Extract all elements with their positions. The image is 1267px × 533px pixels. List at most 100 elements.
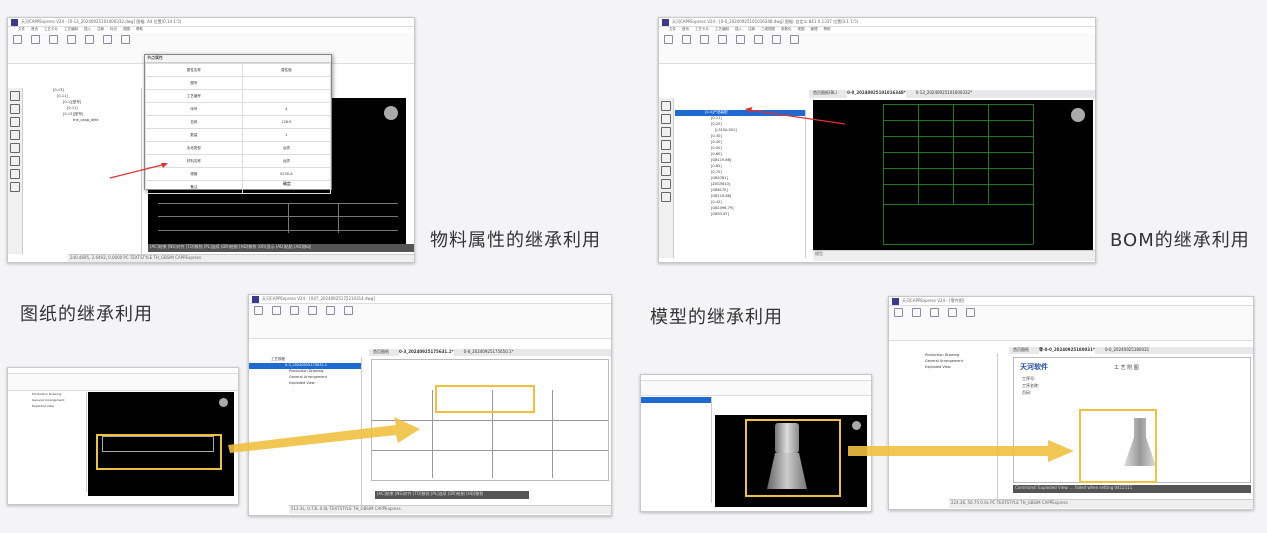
ribbon-button[interactable] xyxy=(663,35,673,45)
app-logo-icon xyxy=(662,18,669,26)
command-line[interactable]: Command: Exploded View: ... failed when … xyxy=(1013,485,1251,493)
menu-item[interactable]: 管理 xyxy=(811,27,818,33)
ribbon-button[interactable] xyxy=(289,306,299,316)
ribbon-button[interactable] xyxy=(66,35,76,45)
ribbon-button[interactable] xyxy=(753,35,763,45)
window-title: 天河CAPPExpress V24 - [零件图] xyxy=(902,298,965,303)
title-bar: 天河CAPPExpress V24 - [0-13_20240925101000… xyxy=(8,18,414,27)
tool-icon[interactable] xyxy=(661,166,671,176)
title-bar: 天河CAPPExpress V24 - [零件图] xyxy=(889,297,1253,306)
tool-icon[interactable] xyxy=(10,91,20,101)
tool-icon[interactable] xyxy=(661,179,671,189)
tool-icon[interactable] xyxy=(661,127,671,137)
ribbon-button[interactable] xyxy=(343,306,353,316)
drawing-tab[interactable]: 0-8_20240925175650.1* xyxy=(464,349,514,356)
ribbon-button[interactable] xyxy=(102,35,112,45)
menu-item[interactable]: 工艺编制 xyxy=(64,27,78,33)
tool-icon[interactable] xyxy=(661,153,671,163)
tool-icon[interactable] xyxy=(10,117,20,127)
ribbon-button[interactable] xyxy=(30,35,40,45)
ribbon-button[interactable] xyxy=(307,306,317,316)
tool-icon[interactable] xyxy=(10,130,20,140)
menu-item[interactable]: 工艺卡片 xyxy=(44,27,58,33)
menu-item[interactable]: 注释 xyxy=(97,27,104,33)
ribbon-button[interactable] xyxy=(699,35,709,45)
menu-item[interactable]: 首页 xyxy=(682,27,689,33)
model-tree xyxy=(641,397,712,503)
app-logo-icon xyxy=(11,18,18,26)
screenshot-model-source xyxy=(640,374,872,512)
menu-item[interactable]: 文件 xyxy=(669,27,676,33)
ribbon-button[interactable] xyxy=(12,35,22,45)
tool-icon[interactable] xyxy=(10,156,20,166)
ribbon-button[interactable] xyxy=(947,308,957,318)
ribbon-button[interactable] xyxy=(735,35,745,45)
model-tab[interactable]: 模型 xyxy=(813,250,1095,261)
ribbon-button[interactable] xyxy=(717,35,727,45)
tool-icon[interactable] xyxy=(10,104,20,114)
menu-item[interactable]: 工艺卡片 xyxy=(695,27,709,33)
menu-item[interactable]: 首页 xyxy=(31,27,38,33)
dialog-ok-button[interactable]: 确定 xyxy=(283,181,291,187)
menu-item[interactable]: 视图 xyxy=(798,27,805,33)
drawing-tab[interactable]: 0-0_20240925180031 xyxy=(1105,347,1149,354)
tool-icon xyxy=(717,35,727,44)
command-line[interactable]: [AC]结束 [NS]对齐 [TO]移到 [PL]连续 (DR)绘制 [HD]移… xyxy=(148,244,414,252)
menu-item[interactable]: 三维视图 xyxy=(761,27,775,33)
yellow-arrow xyxy=(848,440,1074,462)
screenshot-drawing-source: Production Drawing General Arrangement E… xyxy=(7,367,239,505)
ribbon-button[interactable] xyxy=(893,308,903,318)
tool-icon[interactable] xyxy=(10,143,20,153)
menu-item[interactable]: 帮助 xyxy=(824,27,831,33)
tree-item[interactable]: Exploded View xyxy=(249,381,361,387)
tree-item[interactable]: the_capp_defa xyxy=(23,118,141,124)
tree-item[interactable]: Exploded View xyxy=(8,404,86,410)
ribbon-button[interactable] xyxy=(120,35,130,45)
tool-icon xyxy=(307,306,317,315)
tool-icon[interactable] xyxy=(661,192,671,202)
drawing-tab-active[interactable]: 0-0_20240925101016348* xyxy=(847,90,906,98)
tree-item[interactable]: [GB93-87] xyxy=(675,212,805,218)
menu-item[interactable]: 文件 xyxy=(18,27,25,33)
menu-item[interactable]: 标记 xyxy=(110,27,117,33)
ribbon-button[interactable] xyxy=(325,306,335,316)
ribbon-button[interactable] xyxy=(681,35,691,45)
ribbon-button[interactable] xyxy=(789,35,799,45)
menu-item[interactable]: 参数化 xyxy=(781,27,792,33)
tool-icon[interactable] xyxy=(661,114,671,124)
highlight-box xyxy=(745,419,841,497)
drawing-tab[interactable]: 首页图纸 xyxy=(373,349,389,356)
drawing-canvas[interactable] xyxy=(813,100,1093,250)
menu-item[interactable]: 注释 xyxy=(748,27,755,33)
menu-item[interactable]: 插入 xyxy=(84,27,91,33)
tool-icon[interactable] xyxy=(10,169,20,179)
app-logo-icon xyxy=(252,295,259,303)
ribbon-button[interactable] xyxy=(771,35,781,45)
ribbon-button[interactable] xyxy=(84,35,94,45)
menu-item[interactable]: 工艺编制 xyxy=(715,27,729,33)
ribbon-button[interactable] xyxy=(965,308,975,318)
ribbon-button[interactable] xyxy=(48,35,58,45)
ribbon-toolbar xyxy=(889,306,1253,341)
ribbon-button[interactable] xyxy=(253,306,263,316)
tool-icon[interactable] xyxy=(10,182,20,192)
caption-drawing: 图纸的继承利用 xyxy=(20,304,153,325)
drawing-tab[interactable]: 0-13_20240925101000332* xyxy=(916,90,972,98)
menu-item[interactable]: 视图 xyxy=(123,27,130,33)
drawing-tab-active[interactable]: 零-0-0_20240925180031* xyxy=(1039,347,1095,354)
tool-icon[interactable] xyxy=(661,140,671,150)
ribbon-button[interactable] xyxy=(929,308,939,318)
drawing-tab[interactable]: 首页图纸 xyxy=(1013,347,1029,354)
status-bar: 224.36, 56.75 0.0L PC TEXTSTYLE TH_GBSIM… xyxy=(949,499,1253,508)
menu-item[interactable]: 插入 xyxy=(735,27,742,33)
menu-item[interactable]: 帮助 xyxy=(136,27,143,33)
tree-item[interactable] xyxy=(641,403,711,409)
ribbon-button[interactable] xyxy=(271,306,281,316)
tool-icon xyxy=(681,35,691,44)
ribbon-button[interactable] xyxy=(911,308,921,318)
drawing-tab-active[interactable]: 0-3_20240925175631.1* xyxy=(399,349,454,356)
command-line[interactable]: [AC]结束 [NS]对齐 [TO]移到 [PL]连续 (DR)绘制 [HD]移… xyxy=(375,491,529,499)
drawing-tab[interactable]: 首页图纸(BL) xyxy=(813,90,837,98)
tree-item[interactable]: Exploded View xyxy=(889,365,997,371)
tool-icon[interactable] xyxy=(661,101,671,111)
